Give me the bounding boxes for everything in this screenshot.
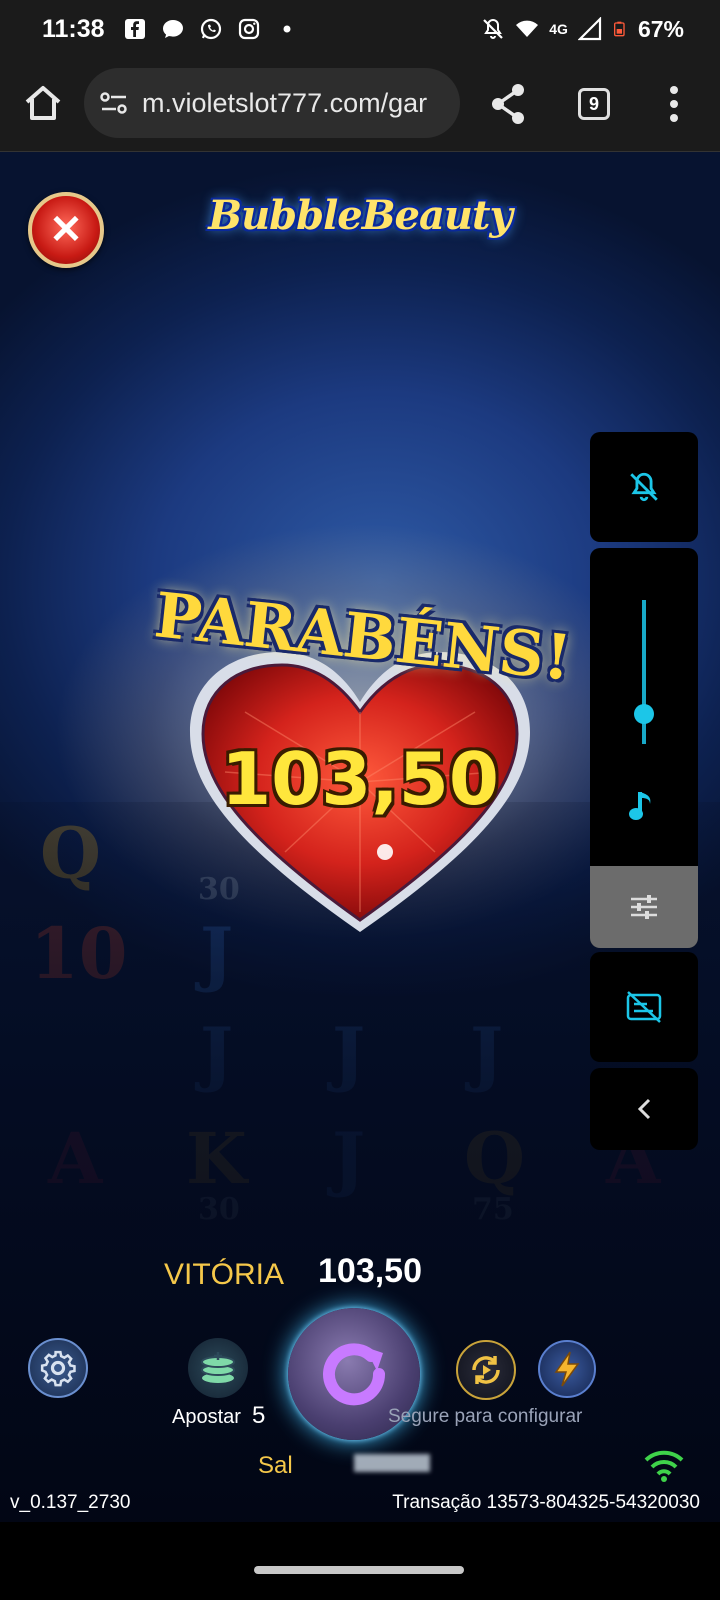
chevron-left-icon (637, 1098, 651, 1120)
facebook-icon (124, 19, 145, 39)
transaction-id: Transação 13573-804325-54320030 (392, 1492, 700, 1513)
url-text: m.violetslot777.com/gar (142, 87, 428, 118)
status-time: 11:38 (42, 14, 105, 43)
share-icon[interactable] (488, 82, 528, 126)
coins-stack-icon (201, 1352, 235, 1383)
signal-icon (577, 17, 602, 41)
system-nav-bar (0, 1522, 720, 1600)
volume-slider-knob[interactable] (634, 704, 654, 724)
close-icon: ✕ (49, 208, 83, 252)
gear-icon (40, 1350, 76, 1387)
url-bar[interactable]: m.violetslot777.com/gar (84, 68, 460, 138)
equalizer-icon (631, 895, 657, 919)
status-bar: 11:38 4G 67% (0, 0, 720, 58)
win-label: VITÓRIA (164, 1258, 285, 1291)
chat-bubble-icon (162, 20, 183, 38)
close-game-button[interactable]: ✕ (28, 192, 104, 268)
battery-icon (613, 21, 625, 37)
collapse-panel-button[interactable] (590, 1068, 698, 1150)
version-label: v_0.137_2730 (10, 1492, 131, 1513)
equalizer-button[interactable] (590, 866, 698, 948)
autoplay-button[interactable] (456, 1340, 516, 1400)
big-win-amount: 103,50 (221, 737, 499, 821)
overflow-menu-icon[interactable] (668, 84, 680, 124)
subtitles-off-button[interactable] (590, 952, 698, 1062)
settings-button[interactable] (28, 1338, 88, 1398)
lightning-icon (554, 1351, 580, 1387)
status-right: 4G 67% (481, 16, 684, 43)
tab-switcher-button[interactable]: 9 (578, 88, 610, 120)
game-logo: BubbleBeauty (208, 192, 512, 239)
site-settings-icon[interactable] (98, 87, 130, 119)
home-icon[interactable] (20, 80, 66, 126)
turbo-button[interactable] (538, 1340, 596, 1398)
screen: 11:38 4G 67% m.violetslot777.com/gar 9 ✕… (0, 0, 720, 1600)
bet-value: 5 (252, 1402, 266, 1429)
redacted-balance (354, 1454, 430, 1472)
bet-button[interactable] (188, 1338, 248, 1398)
autoplay-icon (472, 1356, 500, 1384)
game-canvas[interactable]: Q 10 J J J J A K J Q A 30 30 75 ✕ Bubble… (0, 152, 720, 1522)
spin-arrow-icon (323, 1343, 386, 1406)
whatsapp-icon (200, 18, 221, 40)
browser-toolbar: m.violetslot777.com/gar 9 (0, 58, 720, 152)
balance-label: Sal (258, 1452, 293, 1479)
wifi-icon (516, 20, 539, 37)
notifications-off-icon (630, 472, 658, 502)
notifications-off-button[interactable] (590, 432, 698, 542)
mute-bell-icon (483, 18, 504, 39)
home-gesture-handle[interactable] (254, 1566, 464, 1574)
volume-panel (590, 548, 698, 948)
battery-percentage: 67% (637, 15, 684, 42)
instagram-icon (238, 18, 259, 40)
subtitles-off-icon (626, 991, 662, 1023)
hold-to-configure-hint: Segure para configurar (388, 1406, 583, 1427)
connection-wifi-icon (644, 1450, 684, 1482)
win-value: 103,50 (318, 1252, 422, 1290)
more-notifications-dot-icon (283, 25, 291, 33)
music-note-icon[interactable] (628, 788, 658, 822)
notification-icons (123, 17, 299, 41)
network-type: 4G (549, 21, 568, 37)
bet-label: Apostar (172, 1406, 241, 1428)
